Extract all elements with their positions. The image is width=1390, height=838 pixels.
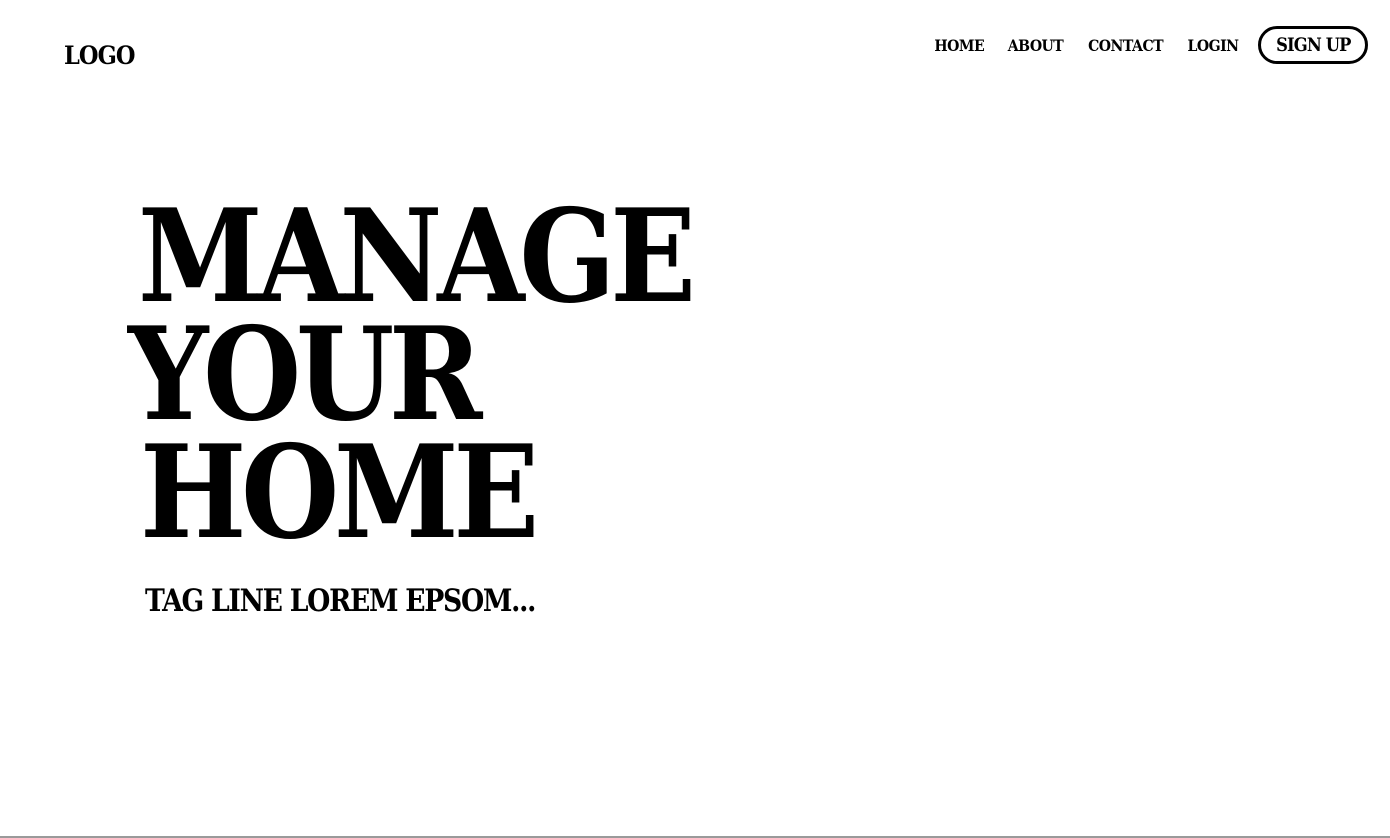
logo[interactable]: LOGO	[64, 40, 136, 72]
nav-home-link[interactable]: HOME	[935, 36, 985, 55]
nav-contact-link[interactable]: CONTACT	[1088, 36, 1163, 55]
nav-login-link[interactable]: LOGIN	[1188, 36, 1240, 55]
hero-line-home: HOME	[140, 418, 539, 568]
hero-line-manage: MANAGE	[138, 182, 696, 332]
hero-line-your: YOUR	[128, 300, 483, 450]
hero-headline: MANAGE YOUR HOME	[128, 182, 766, 568]
landing-page: LOGO HOME ABOUT CONTACT LOGIN SIGN UP MA…	[0, 0, 1390, 838]
top-nav: HOME ABOUT CONTACT LOGIN SIGN UP	[931, 26, 1368, 64]
signup-button[interactable]: SIGN UP	[1258, 26, 1368, 64]
hero-tagline: TAG LINE LOREM EPSOM...	[145, 583, 536, 619]
nav-about-link[interactable]: ABOUT	[1008, 36, 1064, 55]
signup-button-label: SIGN UP	[1275, 34, 1351, 56]
